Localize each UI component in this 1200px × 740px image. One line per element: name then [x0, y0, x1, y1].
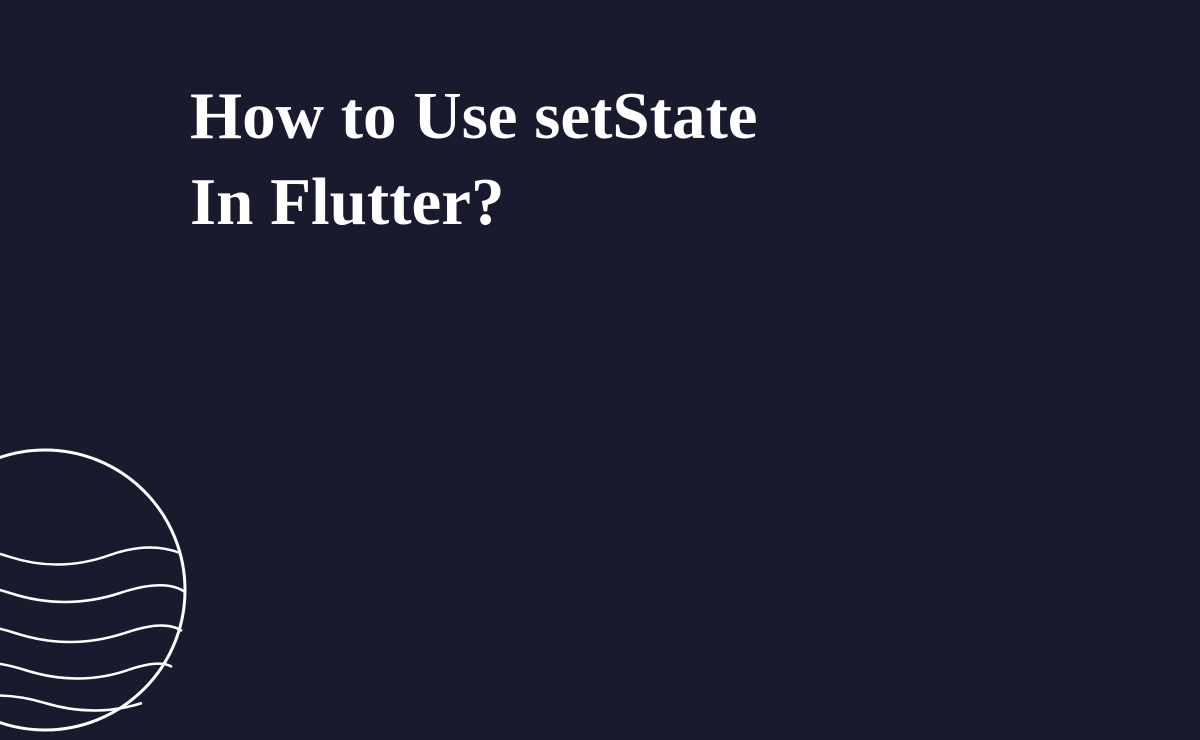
title-line-2: In Flutter? [190, 165, 505, 239]
title-line-1: How to Use setState [190, 79, 758, 153]
globe-icon [0, 445, 190, 735]
page-title: How to Use setState In Flutter? [190, 74, 758, 246]
